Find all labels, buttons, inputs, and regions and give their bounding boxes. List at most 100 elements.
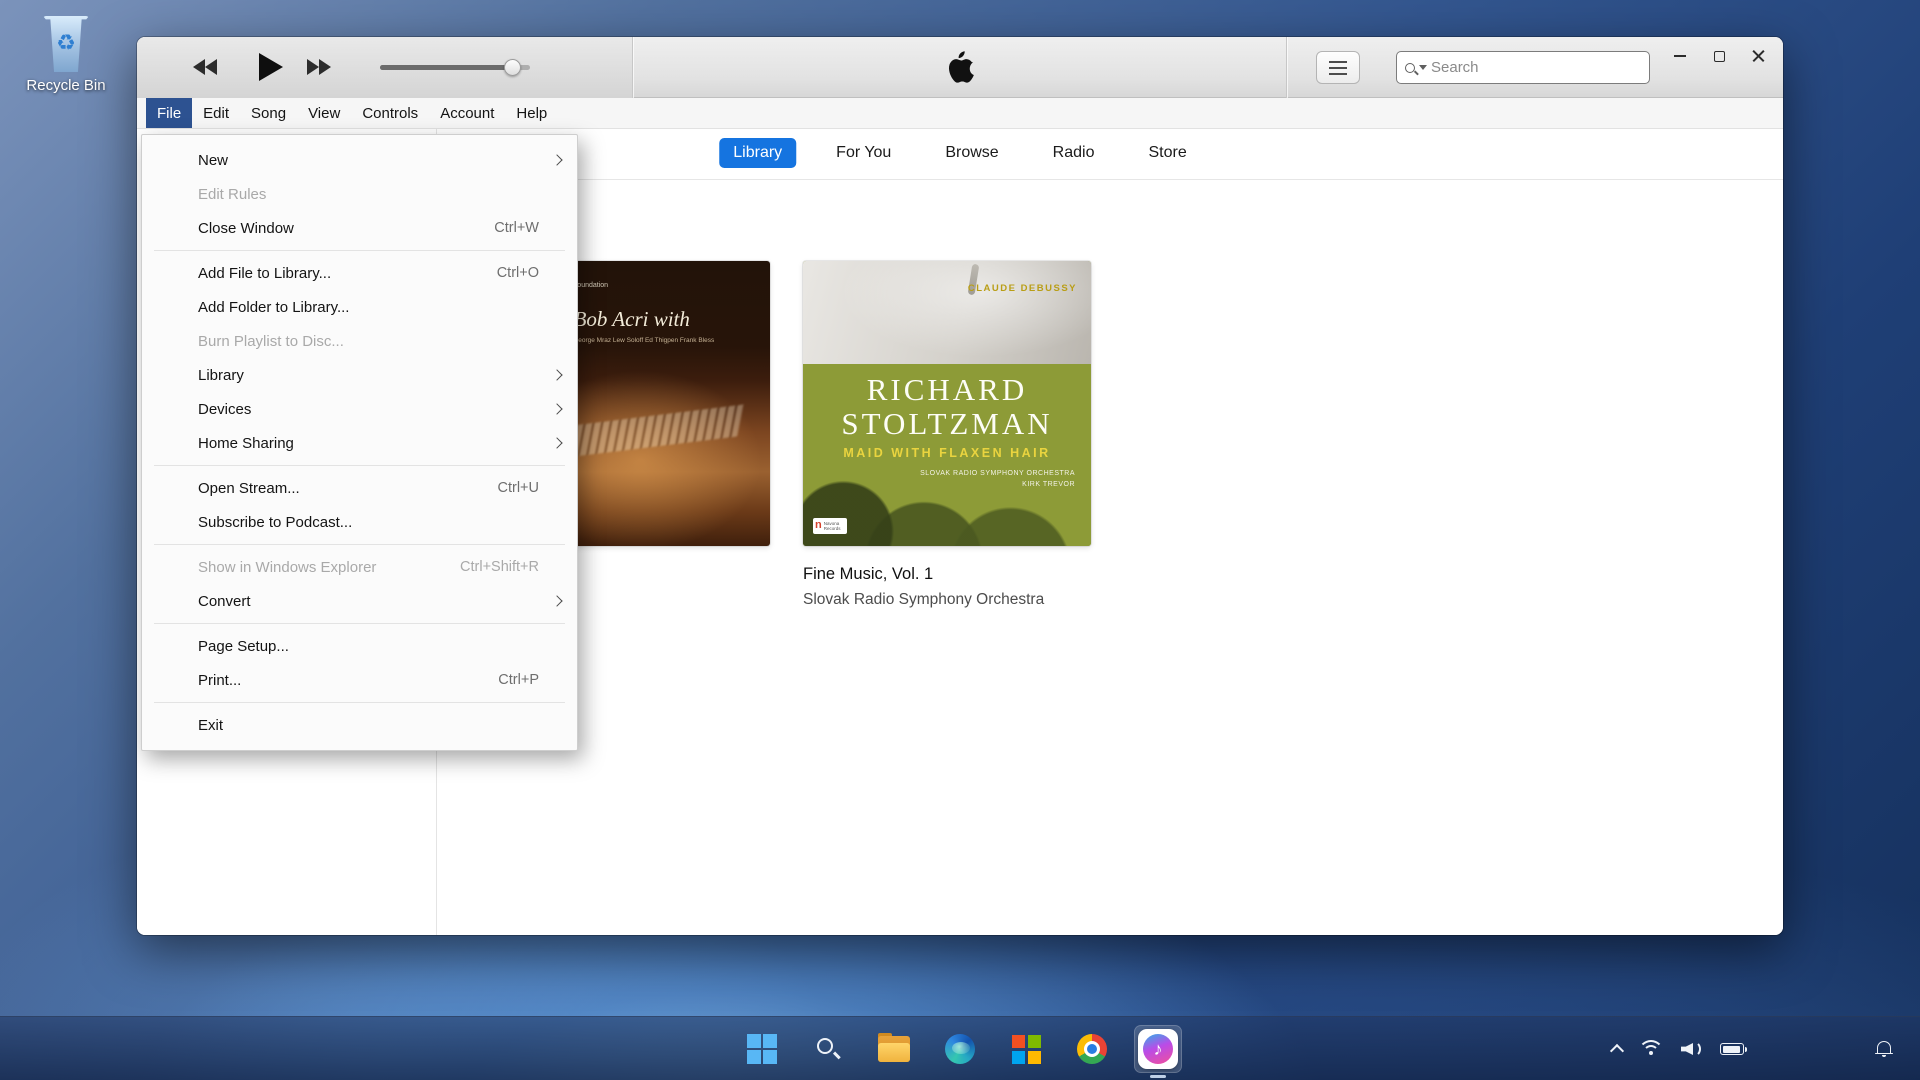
menu-view[interactable]: View bbox=[297, 98, 351, 128]
system-tray bbox=[1612, 1017, 1744, 1080]
menu-edit[interactable]: Edit bbox=[192, 98, 240, 128]
close-icon bbox=[1752, 50, 1765, 63]
menu-item-library[interactable]: Library bbox=[142, 358, 577, 392]
menu-item-burn-playlist: Burn Playlist to Disc... bbox=[142, 324, 577, 358]
menu-account[interactable]: Account bbox=[429, 98, 505, 128]
tab-for-you[interactable]: For You bbox=[822, 138, 905, 168]
tab-browse[interactable]: Browse bbox=[931, 138, 1012, 168]
album2-composer-text: CLAUDE DEBUSSY bbox=[968, 283, 1077, 294]
menu-item-open-stream[interactable]: Open Stream... Ctrl+U bbox=[142, 471, 577, 505]
view-switcher-button[interactable] bbox=[1316, 51, 1360, 84]
nav-tabs: Library For You Browse Radio Store bbox=[719, 135, 1200, 171]
menu-song[interactable]: Song bbox=[240, 98, 297, 128]
chevron-right-icon bbox=[551, 403, 562, 414]
album2-orchestra-text: SLOVAK RADIO SYMPHONY ORCHESTRA bbox=[920, 470, 1075, 477]
chrome-button[interactable] bbox=[1068, 1025, 1116, 1073]
menu-file[interactable]: File bbox=[146, 98, 192, 128]
tab-store[interactable]: Store bbox=[1134, 138, 1200, 168]
tab-library[interactable]: Library bbox=[719, 138, 796, 168]
window-controls bbox=[1663, 42, 1775, 70]
album2-conductor-text: KIRK TREVOR bbox=[1022, 481, 1075, 488]
wifi-icon[interactable] bbox=[1638, 1040, 1664, 1058]
menu-item-devices[interactable]: Devices bbox=[142, 392, 577, 426]
menu-item-subscribe-to-podcast[interactable]: Subscribe to Podcast... bbox=[142, 505, 577, 539]
menu-item-page-setup[interactable]: Page Setup... bbox=[142, 629, 577, 663]
album2-caption: Fine Music, Vol. 1 Slovak Radio Symphony… bbox=[803, 565, 1044, 609]
search-icon bbox=[815, 1036, 841, 1062]
menu-item-close-window[interactable]: Close Window Ctrl+W bbox=[142, 211, 577, 245]
chrome-icon bbox=[1077, 1034, 1107, 1064]
menu-controls[interactable]: Controls bbox=[351, 98, 429, 128]
battery-icon[interactable] bbox=[1720, 1043, 1744, 1055]
menu-item-add-file-to-library[interactable]: Add File to Library... Ctrl+O bbox=[142, 256, 577, 290]
hidden-icons-chevron-icon[interactable] bbox=[1610, 1044, 1624, 1058]
volume-slider[interactable] bbox=[380, 65, 530, 70]
taskbar-search-button[interactable] bbox=[804, 1025, 852, 1073]
album2-photo-area bbox=[803, 261, 1091, 364]
search-field[interactable] bbox=[1396, 51, 1650, 84]
album2-green-area: RICHARD STOLTZMAN MAID WITH FLAXEN HAIR … bbox=[803, 364, 1091, 546]
previous-track-button[interactable] bbox=[193, 59, 217, 75]
microsoft-store-icon bbox=[1011, 1034, 1041, 1064]
menu-item-add-folder-to-library[interactable]: Add Folder to Library... bbox=[142, 290, 577, 324]
navona-logo-icon: n bbox=[815, 520, 822, 531]
taskbar-center-icons: ♪ bbox=[738, 1017, 1182, 1080]
fast-forward-icon bbox=[319, 59, 331, 75]
microsoft-store-button[interactable] bbox=[1002, 1025, 1050, 1073]
chevron-right-icon bbox=[551, 595, 562, 606]
recycle-bin-label: Recycle Bin bbox=[18, 77, 114, 94]
file-dropdown-menu: New Edit Rules Close Window Ctrl+W Add F… bbox=[141, 134, 578, 751]
menu-separator bbox=[154, 623, 565, 624]
bell-icon bbox=[1875, 1041, 1893, 1058]
menu-item-new[interactable]: New bbox=[142, 143, 577, 177]
album-artist[interactable]: Slovak Radio Symphony Orchestra bbox=[803, 591, 1044, 609]
recycle-bin[interactable]: ♻ Recycle Bin bbox=[18, 16, 114, 94]
edge-icon bbox=[945, 1034, 975, 1064]
chevron-right-icon bbox=[551, 154, 562, 165]
recycle-bin-icon: ♻ bbox=[43, 16, 89, 72]
menu-help[interactable]: Help bbox=[505, 98, 558, 128]
file-explorer-button[interactable] bbox=[870, 1025, 918, 1073]
itunes-button[interactable]: ♪ bbox=[1134, 1025, 1182, 1073]
menu-separator bbox=[154, 465, 565, 466]
taskbar: ♪ bbox=[0, 1016, 1920, 1080]
album2-artist-line1: RICHARD bbox=[803, 372, 1091, 408]
tab-radio[interactable]: Radio bbox=[1039, 138, 1109, 168]
maximize-button[interactable] bbox=[1702, 42, 1736, 70]
start-button[interactable] bbox=[738, 1025, 786, 1073]
search-input[interactable] bbox=[1431, 59, 1641, 76]
album2-subtitle: MAID WITH FLAXEN HAIR bbox=[803, 446, 1091, 460]
album1-title-text: Bob Acri with bbox=[574, 307, 690, 332]
search-scope-chevron-icon bbox=[1419, 65, 1427, 70]
apple-logo-icon bbox=[945, 50, 975, 91]
chevron-right-icon bbox=[551, 437, 562, 448]
album-cover-fine-music[interactable]: CLAUDE DEBUSSY RICHARD STOLTZMAN MAID WI… bbox=[803, 261, 1091, 546]
menu-item-show-in-explorer: Show in Windows Explorer Ctrl+Shift+R bbox=[142, 550, 577, 584]
windows-logo-icon bbox=[747, 1034, 777, 1064]
notification-area[interactable] bbox=[1875, 1017, 1893, 1080]
menu-item-home-sharing[interactable]: Home Sharing bbox=[142, 426, 577, 460]
minimize-button[interactable] bbox=[1663, 42, 1697, 70]
volume-knob[interactable] bbox=[504, 59, 521, 76]
menu-separator bbox=[154, 250, 565, 251]
recycle-symbol-icon: ♻ bbox=[43, 30, 89, 56]
menu-item-exit[interactable]: Exit bbox=[142, 708, 577, 742]
volume-icon[interactable] bbox=[1680, 1039, 1704, 1059]
navona-records-badge: n Navona Records bbox=[813, 518, 847, 534]
menu-item-convert[interactable]: Convert bbox=[142, 584, 577, 618]
toolbar-divider bbox=[1286, 37, 1287, 98]
edge-button[interactable] bbox=[936, 1025, 984, 1073]
folder-icon bbox=[878, 1036, 910, 1062]
search-icon bbox=[1405, 63, 1415, 73]
itunes-toolbar bbox=[137, 37, 1783, 98]
next-track-button[interactable] bbox=[307, 59, 331, 75]
play-button[interactable] bbox=[259, 53, 283, 81]
album-title[interactable]: Fine Music, Vol. 1 bbox=[803, 565, 1044, 584]
menu-item-edit-rules: Edit Rules bbox=[142, 177, 577, 211]
close-button[interactable] bbox=[1741, 42, 1775, 70]
menu-item-print[interactable]: Print... Ctrl+P bbox=[142, 663, 577, 697]
desktop-wallpaper: ♻ Recycle Bin bbox=[0, 0, 1920, 1080]
volume-fill bbox=[380, 65, 512, 70]
maximize-icon bbox=[1714, 51, 1725, 62]
rewind-icon bbox=[193, 59, 205, 75]
